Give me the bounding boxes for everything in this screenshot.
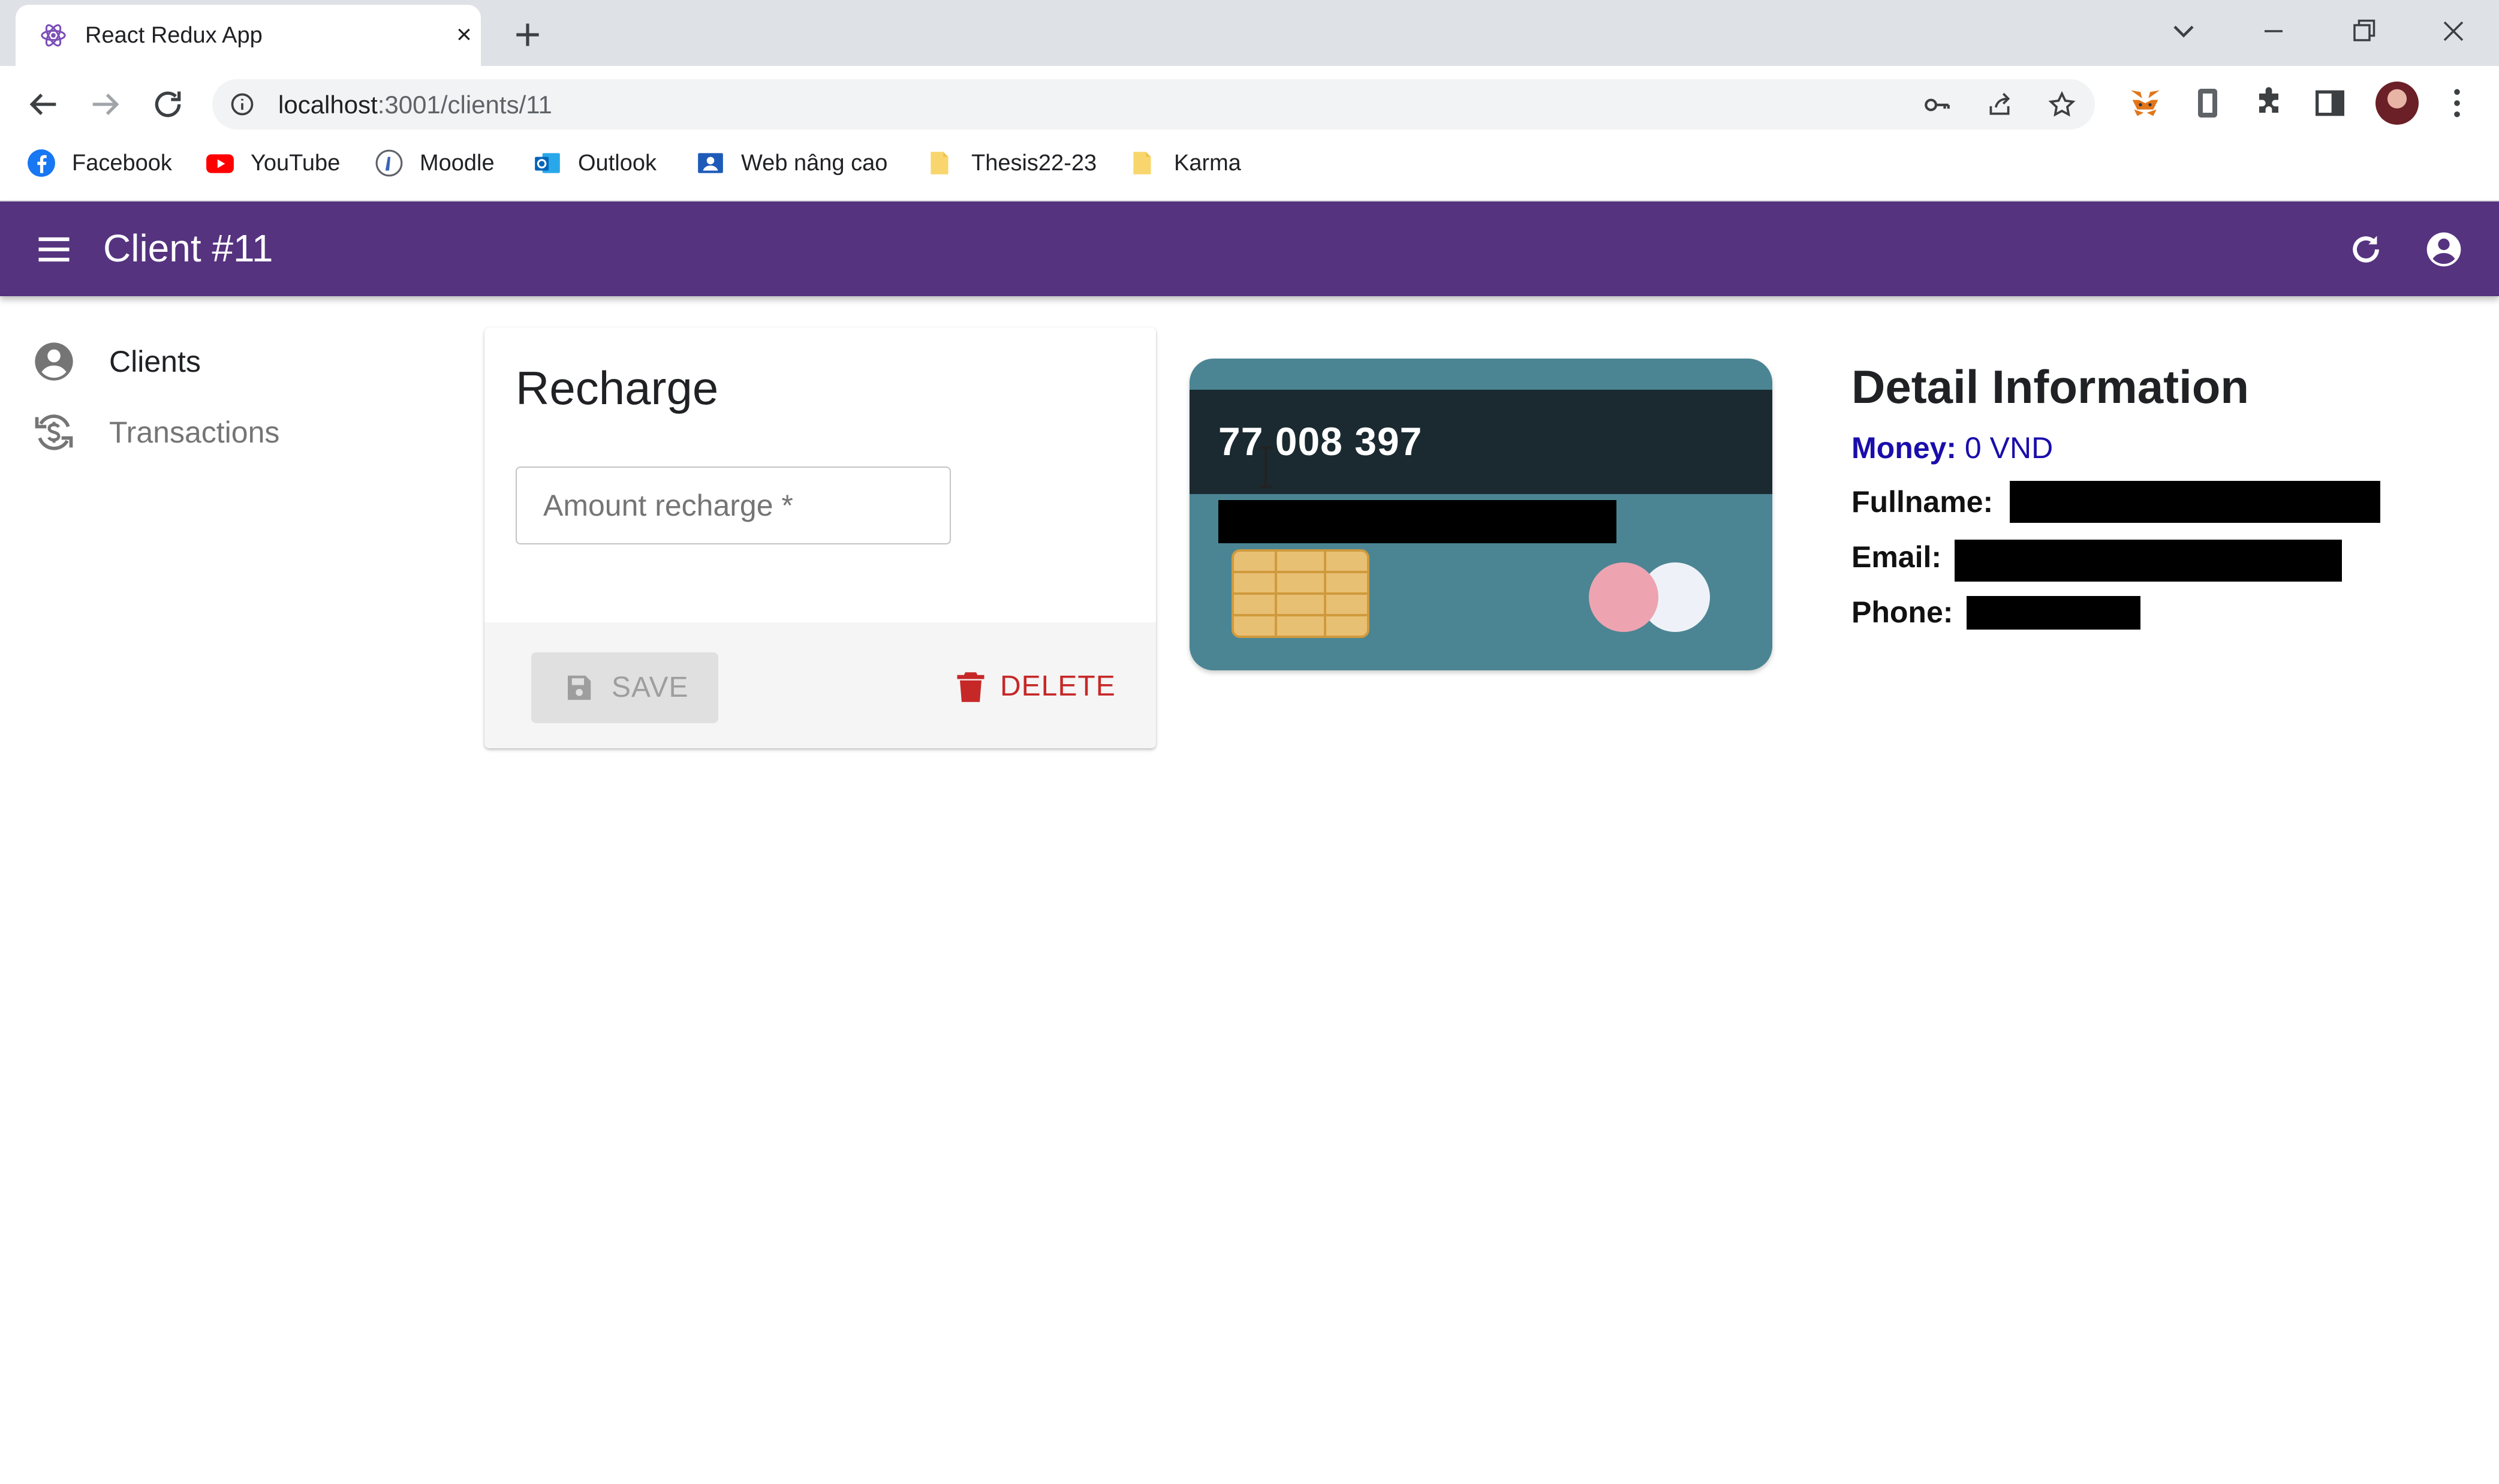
recharge-card: Recharge SAVE DELETE	[484, 327, 1156, 748]
profile-avatar[interactable]	[2375, 82, 2419, 125]
save-button[interactable]: SAVE	[531, 652, 718, 723]
bookmark-thesis22-23[interactable]: Thesis22-23	[926, 145, 1097, 181]
currency-exchange-icon	[35, 414, 73, 450]
recharge-card-actions: SAVE DELETE	[484, 622, 1156, 748]
kebab-menu-icon[interactable]	[2438, 84, 2476, 122]
sidebar-item-label: Clients	[109, 345, 201, 378]
trash-icon	[957, 672, 984, 702]
detail-email-row: Email:	[1851, 536, 1941, 578]
moodle-icon	[375, 149, 403, 177]
metamask-extension-icon[interactable]	[2126, 84, 2164, 122]
close-window-icon[interactable]	[2435, 13, 2471, 49]
card-chip-icon	[1232, 549, 1369, 638]
tab-search-chevron-icon[interactable]	[2166, 13, 2202, 49]
recharge-title: Recharge	[516, 362, 719, 414]
card-brand-logo-icon	[1589, 562, 1710, 632]
bookmark-outlook[interactable]: Outlook	[532, 145, 657, 181]
refresh-icon[interactable]	[2346, 229, 2386, 270]
bookmark-label: Thesis22-23	[971, 150, 1097, 176]
amount-recharge-input[interactable]	[517, 468, 950, 543]
browser-toolbar: localhost:3001/clients/11 Facebook YouTu…	[0, 66, 2499, 204]
delete-button-label: DELETE	[1000, 670, 1116, 702]
folder-icon	[1133, 152, 1151, 174]
page-title: Client #11	[103, 227, 273, 270]
reload-icon[interactable]	[149, 85, 187, 124]
detail-fullname-row: Fullname:	[1851, 481, 1993, 523]
address-bar[interactable]: localhost:3001/clients/11	[212, 79, 2095, 130]
tab-title: React Redux App	[85, 23, 263, 48]
bookmark-label: Facebook	[72, 150, 172, 176]
bookmark-star-icon[interactable]	[2047, 90, 2077, 120]
save-button-label: SAVE	[612, 672, 689, 703]
back-arrow-icon[interactable]	[24, 85, 62, 124]
bookmark-youtube[interactable]: YouTube	[205, 145, 340, 181]
youtube-icon	[206, 154, 234, 173]
extensions-puzzle-icon[interactable]	[2250, 84, 2288, 122]
url-host: localhost	[278, 91, 378, 119]
browser-tabstrip: React Redux App ×	[0, 0, 2499, 66]
sidebar-item-clients[interactable]: Clients	[31, 335, 201, 389]
site-info-icon[interactable]	[229, 91, 255, 118]
bookmark-label: YouTube	[251, 150, 341, 176]
new-tab-icon[interactable]	[511, 18, 544, 52]
restore-icon[interactable]	[2346, 13, 2381, 49]
outlook-icon	[535, 153, 560, 173]
card-number: 77 008 397	[1218, 419, 1423, 463]
tab-close-icon[interactable]: ×	[452, 22, 476, 48]
bookmark-karma[interactable]: Karma	[1128, 145, 1241, 181]
app-bar: Client #11	[0, 201, 2499, 296]
password-key-icon[interactable]	[1922, 90, 1952, 120]
bookmark-label: Moodle	[420, 150, 495, 176]
bookmark-web-nang-cao[interactable]: Web nâng cao	[695, 145, 887, 181]
delete-button[interactable]: DELETE	[937, 652, 1134, 723]
folder-icon	[931, 152, 949, 174]
bookmark-label: Outlook	[578, 150, 657, 176]
side-panel-icon[interactable]	[2311, 84, 2349, 122]
detail-money-row: Money: 0 VND	[1851, 427, 2053, 469]
share-icon[interactable]	[1985, 90, 2015, 120]
fullname-redacted	[2010, 481, 2380, 523]
classroom-icon	[698, 153, 723, 173]
react-favicon-icon	[41, 24, 66, 47]
minimize-icon[interactable]	[2256, 13, 2292, 49]
fullname-label: Fullname:	[1851, 485, 1994, 519]
save-floppy-icon	[568, 675, 591, 700]
browser-tab-active[interactable]: React Redux App ×	[16, 5, 481, 66]
card-holder-redacted	[1218, 500, 1616, 543]
extension-card-icon[interactable]	[2188, 84, 2227, 122]
hamburger-menu-icon[interactable]	[34, 229, 74, 270]
text-cursor-icon	[1260, 446, 1272, 488]
bookmark-label: Web nâng cao	[741, 150, 888, 176]
bookmarks-bar: Facebook YouTube Moodle Outlook Web nâng…	[0, 139, 2499, 188]
account-circle-icon[interactable]	[2423, 229, 2464, 270]
sidebar-item-label: Transactions	[109, 416, 280, 449]
url-path: :3001/clients/11	[377, 91, 552, 119]
money-value: 0 VND	[1964, 431, 2054, 465]
url-text[interactable]: localhost:3001/clients/11	[278, 91, 552, 119]
facebook-icon	[28, 149, 55, 177]
amount-recharge-field[interactable]	[516, 466, 951, 544]
bookmark-facebook[interactable]: Facebook	[26, 145, 172, 181]
email-redacted	[1955, 540, 2342, 582]
credit-card-graphic: 77 008 397	[1190, 359, 1772, 670]
email-label: Email:	[1851, 540, 1942, 574]
bookmark-label: Karma	[1174, 150, 1241, 176]
bookmark-moodle[interactable]: Moodle	[374, 145, 495, 181]
money-label: Money:	[1851, 431, 1956, 465]
forward-arrow-icon[interactable]	[86, 85, 125, 124]
sidebar-item-transactions[interactable]: Transactions	[31, 405, 279, 459]
phone-redacted	[1967, 596, 2140, 630]
phone-label: Phone:	[1851, 595, 1953, 629]
account-circle-icon	[35, 342, 73, 381]
detail-phone-row: Phone:	[1851, 591, 1953, 633]
detail-information-title: Detail Information	[1851, 360, 2250, 413]
